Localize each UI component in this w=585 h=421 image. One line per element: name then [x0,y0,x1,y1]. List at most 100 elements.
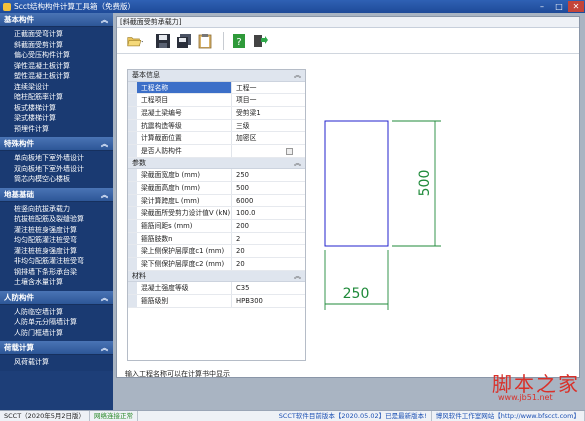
civil-defense-checkbox[interactable] [286,147,293,155]
property-name: 箍筋间距s (mm) [137,219,232,232]
property-value[interactable]: 三级 [232,120,305,132]
grid-row[interactable]: 梁上侧保护层厚度c1 (mm) 20 [128,245,305,258]
status-website-link[interactable]: 博风软件工作室网站【http://www.bfscct.com】 [432,410,585,421]
maximize-button[interactable]: □ [551,1,567,12]
sidebar-item[interactable]: 均匀配筋灌注桩受弯 [0,235,113,246]
collapse-chevron-icon[interactable]: ︽ [101,15,108,25]
sidebar-item[interactable]: 人防门框墙计算 [0,328,113,339]
sidebar-item[interactable]: 人防单元分隔墙计算 [0,317,113,328]
window-title: Scct结构构件计算工具箱（免费版） [14,2,135,11]
property-name: 混凝土强度等级 [137,282,232,294]
grid-row[interactable]: 梁下侧保护层厚度c2 (mm) 20 [128,257,305,271]
collapse-chevron-icon[interactable]: ︽ [101,293,108,303]
sidebar-item[interactable]: 正截面受弯计算 [0,29,113,40]
grid-row[interactable]: 梁截面所受剪力设计值V (kN) 100.0 [128,207,305,220]
svg-text:?: ? [236,37,241,48]
property-name: 梁计算跨度L (mm) [137,194,232,207]
sidebar-item[interactable]: 单向板地下室外墙设计 [0,153,113,164]
category-basic-info[interactable]: 基本信息 ︽ [128,70,305,82]
toolbar: ? [117,28,579,54]
section-header-special[interactable]: 特殊构件 ︽ [0,137,113,151]
grid-row[interactable]: 梁截面高度h (mm) 500 [128,181,305,195]
grid-row[interactable]: 混凝土强度等级 C35 [128,282,305,295]
sidebar-item[interactable]: 桩竖向抗拔承载力 [0,204,113,215]
fold-icon[interactable]: ︽ [294,70,301,82]
category-label: 基本信息 [132,71,160,79]
sidebar-item[interactable]: 连续梁设计 [0,82,113,93]
sidebar-item[interactable]: 偏心受压构件计算 [0,50,113,61]
property-value[interactable]: 20 [232,258,305,270]
property-value[interactable]: 工程一 [232,82,305,94]
sidebar-section-foundation: 地基基础 ︽ 桩竖向抗拔承载力 抗拔桩配筋及裂缝验算 灌注桩桩身强度计算 均匀配… [0,187,113,291]
property-grid: 基本信息 ︽ 工程名称 工程一 工程项目 项目一 混凝土梁编号 受剪梁1 抗震构造等级… [127,69,306,361]
category-material[interactable]: 材料 ︽ [128,270,305,283]
sidebar-item[interactable]: 预埋件计算 [0,124,113,135]
toolbar-separator [223,31,224,50]
property-value[interactable]: 受剪梁1 [232,107,305,119]
open-folder-button[interactable] [127,32,145,50]
grid-row[interactable]: 箍筋肢数n 2 [128,232,305,246]
grid-row[interactable]: 工程项目 项目一 [128,94,305,107]
sidebar-item[interactable]: 梁式楼梯计算 [0,113,113,124]
property-value[interactable]: 加密区 [232,132,305,144]
property-value[interactable]: 20 [232,245,305,257]
property-name: 梁截面所受剪力设计值V (kN) [137,207,232,219]
minimize-button[interactable]: – [534,1,550,12]
property-value[interactable]: HPB300 [232,295,305,307]
save-all-button[interactable] [175,32,193,50]
sidebar-item[interactable]: 灌注桩桩身强度计算 [0,246,113,257]
property-value[interactable]: C35 [232,282,305,294]
sidebar-item[interactable]: 双向板地下室外墙设计 [0,164,113,175]
help-button[interactable]: ? [230,32,248,50]
property-value[interactable] [232,145,305,157]
sidebar-item[interactable]: 暗柱配筋率计算 [0,92,113,103]
property-value[interactable]: 6000 [232,195,305,207]
clipboard-button[interactable] [196,32,214,50]
app-icon [3,2,11,11]
fold-icon[interactable]: ︽ [294,271,301,283]
property-value[interactable]: 200 [232,220,305,232]
sidebar-item[interactable]: 斜截面受剪计算 [0,40,113,51]
collapse-chevron-icon[interactable]: ︽ [101,190,108,200]
sidebar-item[interactable]: 弹性混凝土板计算 [0,61,113,72]
property-value[interactable]: 250 [232,169,305,181]
grid-row[interactable]: 是否人防构件 [128,144,305,158]
sidebar-item[interactable]: 抗拔桩配筋及裂缝验算 [0,214,113,225]
save-button[interactable] [154,32,172,50]
sidebar-item[interactable]: 塑性混凝土板计算 [0,71,113,82]
grid-row[interactable]: 梁计算跨度L (mm) 6000 [128,194,305,208]
property-value[interactable]: 500 [232,182,305,194]
section-header-civil-defense[interactable]: 人防构件 ︽ [0,290,113,305]
sidebar-item[interactable]: 筒芯内模空心楼板 [0,174,113,185]
folder-icon [127,36,143,46]
collapse-chevron-icon[interactable]: ︽ [101,343,108,353]
grid-row[interactable]: 箍筋级别 HPB300 [128,294,305,308]
sidebar-item[interactable]: 板式楼梯计算 [0,103,113,114]
section-header-foundation[interactable]: 地基基础 ︽ [0,187,113,202]
sidebar-item[interactable]: 土壤含水量计算 [0,277,113,288]
sidebar-item[interactable]: 钢排墙下条形承台梁 [0,267,113,278]
sidebar-item[interactable]: 非均匀配筋灌注桩受弯 [0,256,113,267]
sidebar-item[interactable]: 风荷载计算 [0,357,113,368]
grid-row[interactable]: 计算截面位置 加密区 [128,132,305,145]
section-label: 特殊构件 [4,139,34,148]
export-button[interactable] [251,32,269,50]
status-network: 网络连接正常 [90,410,138,421]
grid-row[interactable]: 梁截面宽度b (mm) 250 [128,169,305,182]
grid-row[interactable]: 抗震构造等级 三级 [128,119,305,133]
property-value[interactable]: 项目一 [232,94,305,106]
sidebar-item[interactable]: 人防临空墙计算 [0,307,113,318]
property-value[interactable]: 100.0 [232,207,305,219]
grid-row[interactable]: 箍筋间距s (mm) 200 [128,219,305,233]
property-name: 是否人防构件 [137,144,232,157]
grid-row[interactable]: 工程名称 工程一 [128,81,305,95]
section-header-load[interactable]: 荷载计算 ︽ [0,341,113,355]
sidebar-item[interactable]: 灌注桩桩身强度计算 [0,225,113,236]
property-value[interactable]: 2 [232,233,305,245]
close-button[interactable]: ✕ [568,1,584,12]
fold-icon[interactable]: ︽ [294,158,301,170]
grid-row[interactable]: 混凝土梁编号 受剪梁1 [128,106,305,120]
collapse-chevron-icon[interactable]: ︽ [101,139,108,149]
category-parameters[interactable]: 参数 ︽ [128,157,305,170]
section-header-basic[interactable]: 基本构件 ︽ [0,13,113,27]
